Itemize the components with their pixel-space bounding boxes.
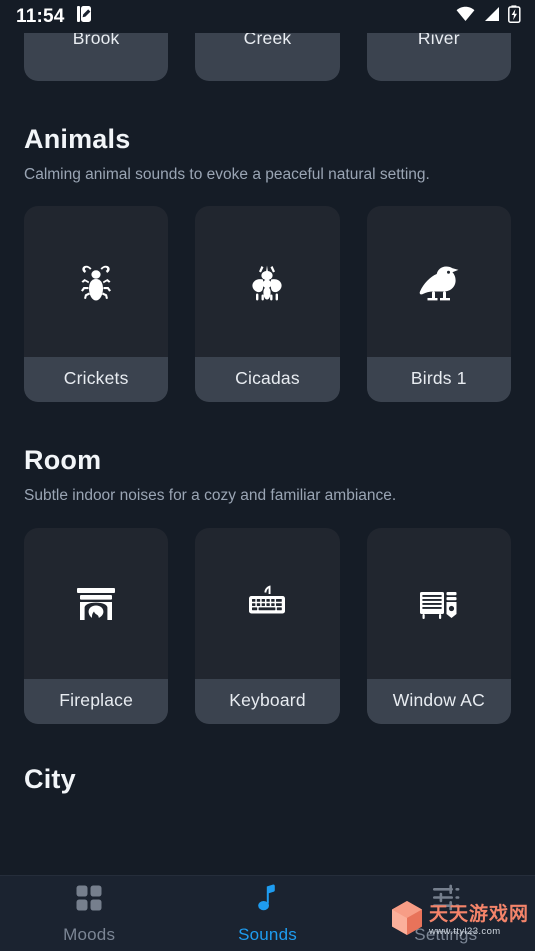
fireplace-icon	[24, 528, 168, 679]
sound-card-cicadas[interactable]: Cicadas	[195, 206, 340, 403]
sound-card-label: Keyboard	[195, 678, 340, 724]
nav-label-moods: Moods	[63, 924, 116, 944]
section-description-room: Subtle indoor noises for a cozy and fami…	[24, 487, 397, 505]
sound-card-label: Cicadas	[195, 357, 340, 403]
status-bar-left: 11:54	[16, 4, 94, 29]
section-city: City	[0, 764, 535, 795]
status-clock: 11:54	[16, 5, 65, 27]
bird-icon	[367, 206, 511, 357]
cricket-icon	[24, 206, 168, 357]
wifi-icon	[456, 6, 475, 27]
sound-card-label: Birds 1	[366, 357, 511, 403]
window-ac-icon	[367, 528, 511, 679]
sound-card-creek[interactable]: Creek	[195, 33, 340, 81]
status-bar: 11:54	[0, 0, 535, 33]
section-room: Room Subtle indoor noises for a cozy and…	[0, 445, 535, 506]
keyboard-icon	[195, 528, 339, 679]
sound-card-label: River	[366, 33, 511, 81]
sound-card-river[interactable]: River	[366, 33, 511, 81]
cicada-icon	[195, 206, 339, 357]
nav-item-sounds[interactable]: Sounds	[178, 883, 356, 945]
sound-card-birds-1[interactable]: Birds 1	[366, 206, 511, 403]
sound-card-label: Crickets	[24, 357, 169, 403]
grid-icon	[74, 883, 104, 918]
animals-card-row: Crickets Cicadas Birds 1	[0, 206, 535, 403]
nav-label-sounds: Sounds	[238, 924, 297, 944]
sliders-icon	[431, 883, 461, 918]
app-screen: 11:54 Brook Creek River Animals Calming …	[0, 0, 535, 951]
section-title-room: Room	[24, 445, 102, 476]
sound-card-label: Creek	[195, 33, 340, 81]
sound-card-crickets[interactable]: Crickets	[24, 206, 169, 403]
sound-list-scroll[interactable]: Brook Creek River Animals Calming animal…	[0, 33, 535, 875]
music-note-icon	[252, 883, 282, 918]
sound-card-fireplace[interactable]: Fireplace	[24, 527, 169, 724]
sound-card-label: Window AC	[366, 678, 511, 724]
room-card-row: Fireplace Keyboard Window AC	[0, 527, 535, 724]
bottom-navigation: Moods Sounds Settings	[0, 875, 535, 951]
cellular-signal-icon	[483, 6, 500, 27]
water-sound-row: Brook Creek River	[0, 33, 535, 81]
sound-card-window-ac[interactable]: Window AC	[366, 527, 511, 724]
section-animals: Animals Calming animal sounds to evoke a…	[0, 124, 535, 185]
section-title-city: City	[24, 763, 76, 794]
sound-card-label: Brook	[24, 33, 169, 81]
battery-charging-icon	[508, 5, 521, 28]
status-bar-right	[456, 5, 521, 28]
section-description-animals: Calming animal sounds to evoke a peacefu…	[24, 166, 430, 183]
nav-label-settings: Settings	[414, 924, 478, 944]
section-title-animals: Animals	[24, 124, 131, 154]
nav-item-moods[interactable]: Moods	[0, 883, 178, 945]
sound-card-keyboard[interactable]: Keyboard	[195, 527, 340, 724]
sound-card-brook[interactable]: Brook	[24, 33, 169, 81]
nav-item-settings[interactable]: Settings	[357, 883, 535, 945]
note-edit-icon	[74, 4, 94, 29]
sound-card-label: Fireplace	[24, 678, 169, 724]
